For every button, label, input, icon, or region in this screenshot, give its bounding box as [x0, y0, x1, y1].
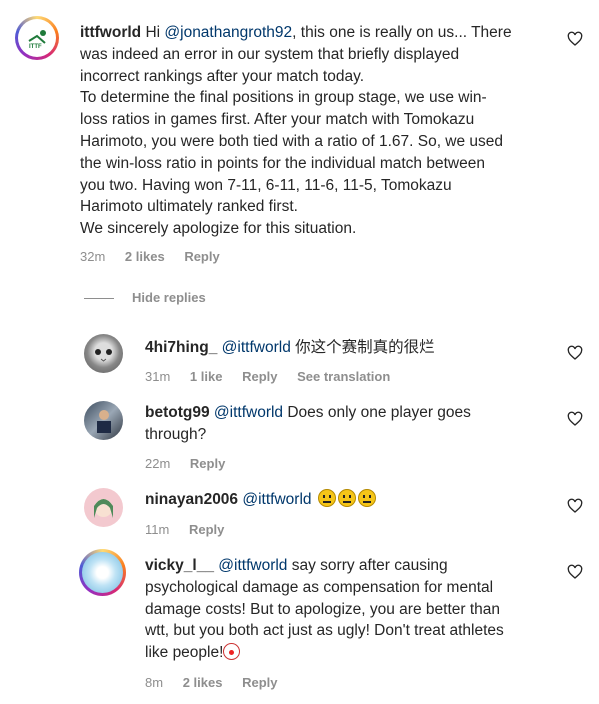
heart-icon[interactable] [567, 498, 583, 514]
timestamp[interactable]: 11m [145, 522, 169, 537]
timestamp[interactable]: 32m [80, 249, 105, 264]
reply-button[interactable]: Reply [242, 675, 277, 690]
cat-avatar-icon [95, 349, 112, 362]
comment-body: ninayan2006 @ittfworld [145, 489, 565, 511]
neutral-face-emoji-icon [337, 489, 356, 507]
username[interactable]: ninayan2006 [145, 491, 238, 508]
mention-link[interactable]: @ittfworld [222, 339, 291, 356]
reply-button[interactable]: Reply [242, 369, 277, 384]
hide-replies-button[interactable]: Hide replies [84, 290, 206, 305]
user-photo-icon [97, 410, 111, 433]
username[interactable]: 4hi7hing_ [145, 339, 217, 356]
likes-count[interactable]: 1 like [190, 369, 223, 384]
comment-meta: 22m Reply [145, 456, 241, 471]
reply-button[interactable]: Reply [184, 249, 219, 264]
svg-text:ITTF: ITTF [29, 44, 42, 50]
comment-meta: 8m 2 likes Reply [145, 675, 293, 690]
comment-meta: 32m 2 likes Reply [80, 249, 236, 264]
see-translation-link[interactable]: See translation [297, 369, 390, 384]
ittf-logo-icon: ITTF [28, 30, 46, 50]
comment-body: vicky_l__ @ittfworld say sorry after cau… [145, 557, 504, 662]
clown-face-emoji-icon [223, 643, 241, 661]
anime-avatar-icon [94, 499, 113, 518]
avatar[interactable]: ITTF [15, 16, 59, 60]
heart-icon[interactable] [567, 564, 583, 580]
mention-link[interactable]: @jonathangroth92 [164, 24, 292, 41]
timestamp[interactable]: 22m [145, 456, 170, 471]
comment-body: 4hi7hing_ @ittfworld 你这个赛制真的很烂 [145, 339, 435, 356]
comment-body: betotg99 @ittfworld Does only one player… [145, 404, 471, 443]
comment-meta: 31m 1 like Reply See translation [145, 369, 406, 384]
username[interactable]: betotg99 [145, 404, 210, 421]
reply-button[interactable]: Reply [190, 456, 225, 471]
mention-link[interactable]: @ittfworld [214, 404, 283, 421]
likes-count[interactable]: 2 likes [125, 249, 165, 264]
timestamp[interactable]: 8m [145, 675, 163, 690]
neutral-face-emoji-icon [357, 489, 376, 507]
heart-icon[interactable] [567, 411, 583, 427]
divider-line [84, 298, 114, 300]
avatar[interactable] [84, 401, 123, 440]
heart-icon[interactable] [567, 31, 583, 47]
likes-count[interactable]: 2 likes [183, 675, 223, 690]
heart-icon[interactable] [567, 345, 583, 361]
mention-link[interactable]: @ittfworld [218, 557, 287, 574]
avatar[interactable] [84, 488, 123, 527]
comment-body: ittfworld Hi @jonathangroth92, this one … [80, 24, 512, 238]
username[interactable]: vicky_l__ [145, 557, 214, 574]
reply-button[interactable]: Reply [189, 522, 224, 537]
timestamp[interactable]: 31m [145, 369, 170, 384]
comment-meta: 11m Reply [145, 522, 240, 537]
neutral-face-emoji-icon [317, 489, 336, 507]
avatar[interactable] [79, 549, 126, 596]
avatar[interactable] [84, 334, 123, 373]
username[interactable]: ittfworld [80, 24, 141, 41]
mention-link[interactable]: @ittfworld [242, 491, 311, 508]
